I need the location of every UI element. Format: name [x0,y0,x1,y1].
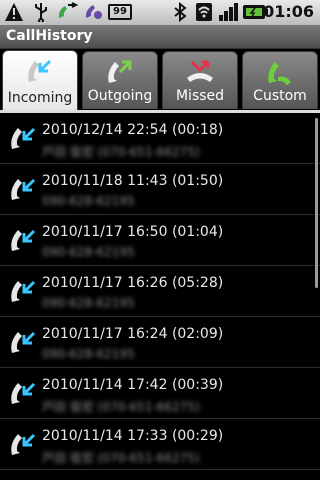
status-bar: 99 01:06 [0,0,320,25]
call-row[interactable]: 2010/11/17 16:26 (05:28) 090-628-62195 [0,266,320,317]
call-datetime: 2010/11/14 17:33 (00:29) [42,428,224,444]
incoming-call-icon [11,433,36,455]
call-row[interactable]: 2010/11/14 17:33 (00:29) 戸田 俊宏 (070-651-… [0,419,320,470]
incoming-call-icon [11,280,36,302]
tab-missed-label: Missed [175,88,225,104]
usb-icon [35,3,47,22]
outgoing-call-icon [108,60,132,83]
list-scrollbar[interactable] [315,118,318,288]
caller-number: 戸田 俊宏 (070-651-66275) [42,451,200,465]
incoming-call-icon [11,382,36,404]
tab-outgoing[interactable]: Outgoing [82,51,158,109]
call-datetime: 2010/11/17 16:24 (02:09) [42,326,224,342]
caller-number: 090-628-62195 [42,347,135,361]
call-datetime: 2010/11/18 11:43 (01:50) [42,173,224,189]
missed-call-icon [187,60,213,82]
phone-settings-icon [85,5,102,19]
tab-custom[interactable]: Custom [242,51,318,109]
caller-number: 090-628-62195 [42,245,135,259]
call-row[interactable]: 2010/11/14 17:42 (00:39) 戸田 俊宏 (070-651-… [0,368,320,419]
incoming-call-icon [28,59,52,82]
tab-outgoing-label: Outgoing [87,88,153,104]
call-datetime: 2010/11/17 16:50 (01:04) [42,224,224,240]
call-datetime: 2010/11/14 17:42 (00:39) [42,377,224,393]
call-datetime: 2010/12/14 22:54 (00:18) [42,122,224,138]
incoming-call-icon [11,127,36,149]
caller-number: 戸田 俊宏 (070-651-66275) [42,145,200,159]
incoming-call-icon [11,229,36,251]
call-row[interactable]: 2010/11/18 11:43 (01:50) 090-628-62195 [0,164,320,215]
incoming-call-icon [11,331,36,353]
call-row[interactable]: 2010/11/17 16:24 (02:09) 090-628-62195 [0,317,320,368]
tab-missed[interactable]: Missed [162,51,238,109]
app-title: CallHistory [6,28,93,44]
app-title-bar: CallHistory [0,25,320,49]
caller-number: 090-628-62195 [42,194,135,208]
tab-incoming-label: Incoming [7,90,73,106]
caller-number: 戸田 俊宏 (070-651-66275) [42,400,200,414]
incoming-call-icon [11,178,36,200]
missed-call-icon [58,2,78,18]
warning-icon [5,3,23,21]
bluetooth-icon [174,2,187,22]
wifi-icon [196,3,212,21]
call-list[interactable]: 2010/12/14 22:54 (00:18) 戸田 俊宏 (070-651-… [0,113,320,480]
call-row[interactable]: 2010/12/14 22:54 (00:18) 戸田 俊宏 (070-651-… [0,113,320,164]
tab-incoming[interactable]: Incoming [2,50,78,111]
custom-call-icon [268,62,291,85]
tab-bar: Incoming Outgoing Missed Custom [0,49,320,111]
call-datetime: 2010/11/17 16:26 (05:28) [42,275,224,291]
call-row[interactable]: 2010/11/17 16:50 (01:04) 090-628-62195 [0,215,320,266]
signal-icon [219,3,238,21]
battery-percent-icon: 99 [108,4,132,20]
clock: 01:06 [263,2,314,21]
tab-custom-label: Custom [253,88,307,104]
caller-number: 090-628-62195 [42,296,135,310]
